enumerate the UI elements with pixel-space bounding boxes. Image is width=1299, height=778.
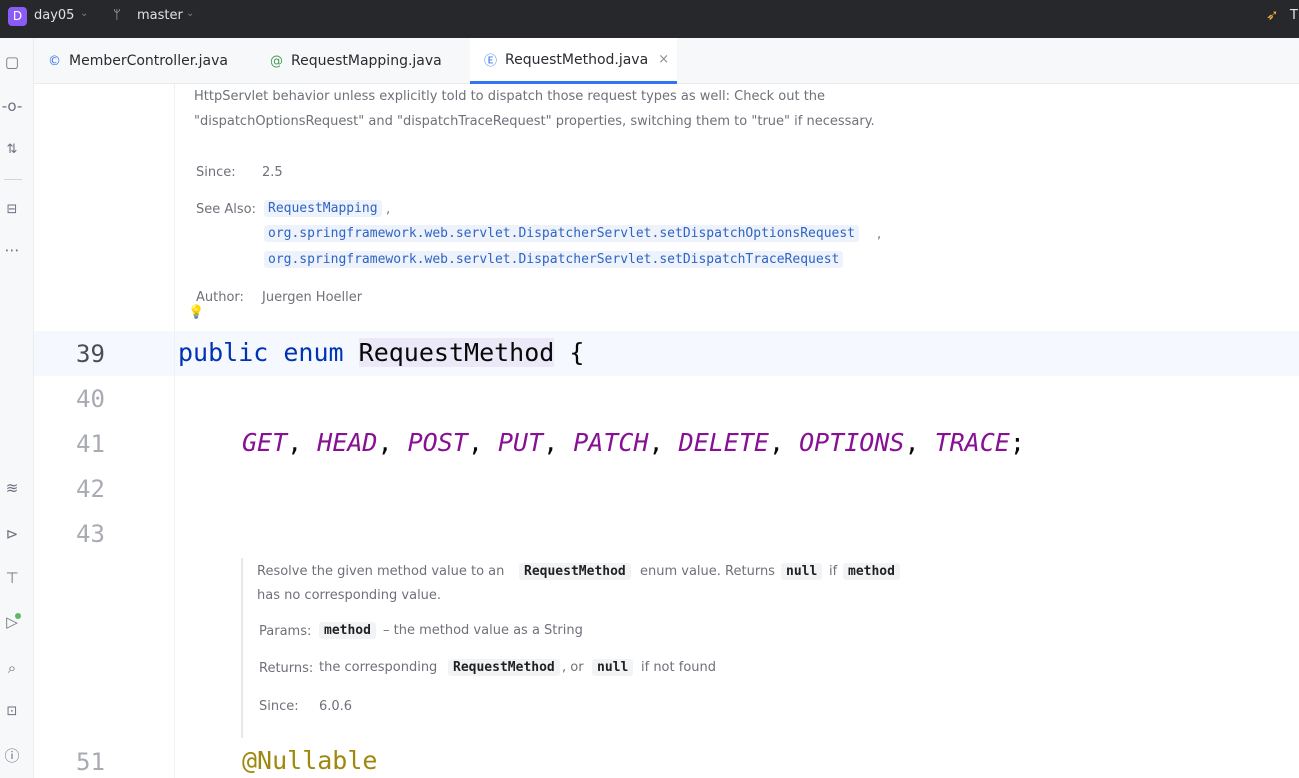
doc-since-label: Since: [196,165,236,180]
assistant-icon[interactable]: ➶ [1266,6,1279,24]
git-branch-icon[interactable]: ᛘ [113,8,121,23]
inline-code: method [319,622,376,639]
inline-code: method [843,563,900,580]
doc-resolve-line2: has no corresponding value. [257,588,442,603]
code-line-41[interactable]: GET, HEAD, POST, PUT, PATCH, DELETE, OPT… [242,428,1025,457]
folder-icon[interactable]: ▢ [0,52,24,72]
pull-request-icon[interactable]: ⇅ [0,140,24,160]
project-name[interactable]: day05 [34,8,74,23]
title-bar: D day05 ⌄ ᛘ master ⌄ ➶ T [0,0,1299,38]
more-icon[interactable]: ⋯ [0,240,24,260]
line-number: 42 [76,475,105,503]
structure-icon[interactable]: ⊟ [0,200,24,220]
doc-text-line: HttpServlet behavior unless explicitly t… [194,89,826,104]
chevron-down-icon[interactable]: ⌄ [80,8,88,19]
doc-returns-prefix: the corresponding [319,660,438,675]
annotation-icon: @ [270,53,283,69]
line-number: 41 [76,430,105,458]
doc-resolve-mid: enum value. Returns [640,564,775,579]
keyword-public: public [178,338,269,367]
inline-code: null [781,563,823,580]
terminator: ; [1009,428,1025,457]
separator: , [768,428,785,457]
tab-label: RequestMethod.java [505,51,649,68]
doc-params-label: Params: [259,624,312,639]
line-number: 40 [76,385,105,413]
enum-constant: DELETE [678,428,769,457]
separator: , [648,428,664,457]
project-badge[interactable]: D [8,7,27,26]
inline-code: RequestMethod [448,659,560,676]
separator: , [377,428,393,457]
doc-comma: , [877,227,882,242]
layers-icon[interactable]: ≋ [0,478,24,498]
branch-name[interactable]: master [137,8,183,23]
doc-author-value: Juergen Hoeller [262,290,363,305]
line-number: 39 [76,340,105,368]
enum-constant: TRACE [934,428,1010,457]
line-number: 51 [76,748,105,776]
doc-if-text: if [829,564,838,579]
separator: , [543,428,559,457]
enum-constant: HEAD [317,428,378,457]
doc-returns-or: , or [562,660,584,675]
doc-see-also-label: See Also: [196,202,256,217]
run-status-dot [15,613,21,619]
class-icon: © [48,53,61,69]
doc-since-value: 2.5 [262,165,283,180]
title-right-letter: T [1290,8,1298,23]
search-icon[interactable]: ⌕ [0,658,24,678]
separator: , [467,428,483,457]
inline-code: null [592,659,634,676]
annotation-nullable[interactable]: @Nullable [242,746,377,775]
enum-constant: GET [242,428,288,457]
enum-constant: OPTIONS [799,428,905,457]
doc-text-line: "dispatchOptionsRequest" and "dispatchTr… [194,114,875,129]
gutter-separator [174,84,175,778]
inline-code: RequestMethod [519,563,631,580]
toolstrip-divider [4,179,22,180]
problems-icon[interactable]: ⓘ [0,746,24,766]
doc-since-label: Since: [259,699,299,714]
separator: , [287,428,303,457]
doc-since-value: 6.0.6 [319,699,353,714]
doc-resolve-prefix: Resolve the given method value to an [257,564,505,579]
enum-constant: POST [407,428,468,457]
doc-block-border [241,558,243,738]
see-also-link[interactable]: org.springframework.web.servlet.Dispatch… [264,251,844,268]
terminal-icon[interactable]: ⊡ [0,702,24,722]
chevron-down-icon[interactable]: ⌄ [186,8,194,19]
doc-returns-label: Returns: [259,661,314,676]
tab-label: MemberController.java [69,53,228,69]
tab-member-controller[interactable]: © MemberController.java [34,38,256,84]
enum-class-name: RequestMethod [358,338,555,367]
see-also-link[interactable]: org.springframework.web.servlet.Dispatch… [264,225,859,242]
enum-icon: Ⓔ [484,54,498,69]
close-icon[interactable]: × [658,52,669,67]
doc-comma: , [386,202,391,217]
code-line-39[interactable]: public enum RequestMethod { [178,338,584,367]
services-icon[interactable]: ⊳ [0,524,24,544]
see-also-link[interactable]: RequestMapping [264,200,382,217]
lightbulb-icon[interactable]: 💡 [188,305,204,320]
tool-window-strip: ▢ -o- ⇅ ⊟ ⋯ ≋ ⊳ ⊤ ▷ ⌕ ⊡ ⓘ [0,38,34,778]
enum-constant: PUT [497,428,544,457]
doc-returns-suffix: if not found [641,660,717,675]
commit-icon[interactable]: -o- [0,96,24,116]
doc-params-desc: – the method value as a String [383,623,583,638]
doc-author-label: Author: [196,290,244,305]
line-number: 43 [76,520,105,548]
keyword-enum: enum [283,338,344,367]
editor-tab-bar: © MemberController.java @ RequestMapping… [34,38,1299,84]
open-brace: { [569,338,585,367]
tab-request-method[interactable]: Ⓔ RequestMethod.java × [470,38,677,84]
separator: , [904,428,920,457]
tab-label: RequestMapping.java [291,53,442,69]
build-icon[interactable]: ⊤ [0,568,24,588]
tab-request-mapping[interactable]: @ RequestMapping.java [256,38,470,84]
enum-constant: PATCH [573,428,649,457]
